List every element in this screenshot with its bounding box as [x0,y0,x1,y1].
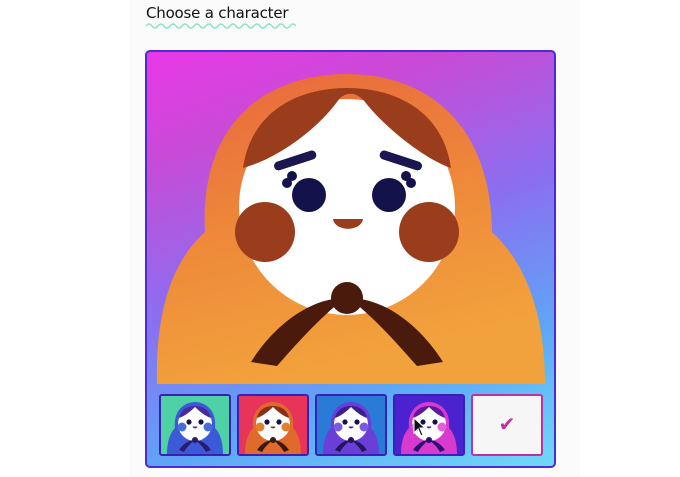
title-underline [146,23,296,29]
character-option-2[interactable] [237,394,309,456]
page-title: Choose a character [146,4,289,22]
character-option-4[interactable] [393,394,465,456]
character-option-3[interactable] [315,394,387,456]
character-card: ✔ [145,50,556,468]
character-option-selected[interactable]: ✔ [471,394,543,456]
mouse-cursor-icon [413,417,427,437]
character-preview [156,74,546,384]
character-purple-icon [395,396,463,454]
character-thumbnails: ✔ [159,394,549,458]
character-blue-icon [317,396,385,454]
checkmark-icon: ✔ [498,412,516,436]
character-green-icon [161,396,229,454]
character-red-icon [239,396,307,454]
character-option-1[interactable] [159,394,231,456]
